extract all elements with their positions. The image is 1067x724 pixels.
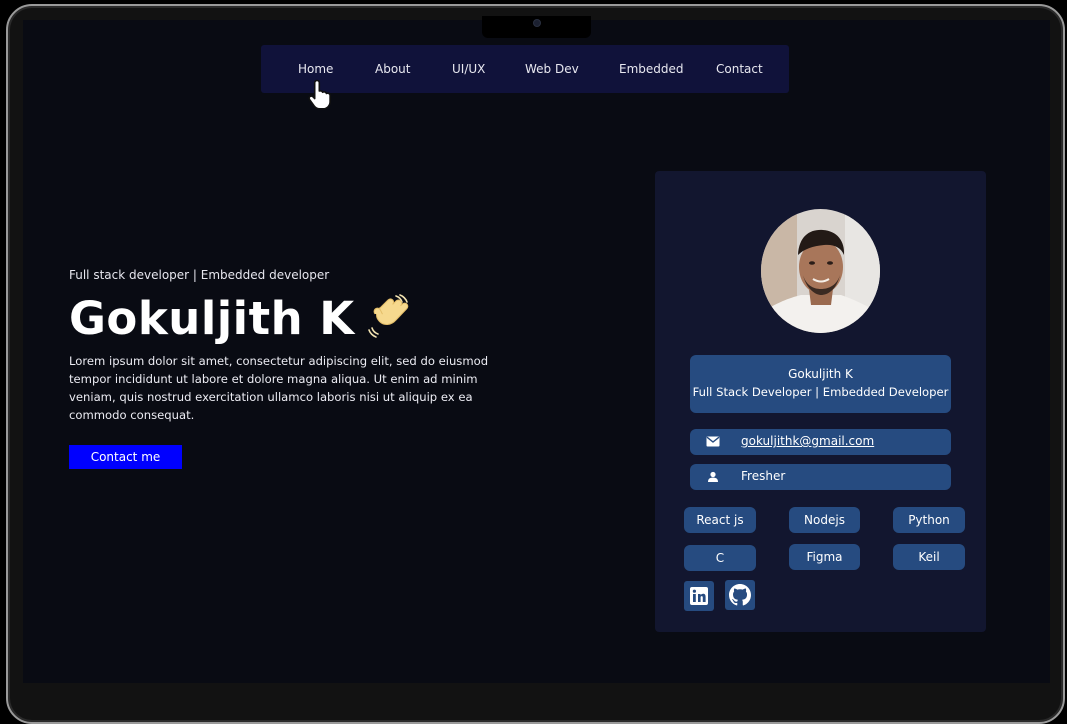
skill-keil[interactable]: Keil — [893, 544, 965, 570]
email-row: gokuljithk@gmail.com — [690, 429, 951, 455]
nav-home[interactable]: Home — [298, 62, 333, 76]
profile-name: Gokuljith K — [788, 367, 853, 381]
skill-nodejs[interactable]: Nodejs — [789, 507, 860, 533]
linkedin-button[interactable] — [684, 581, 714, 611]
profile-photo — [761, 209, 880, 333]
linkedin-icon — [690, 587, 708, 605]
nav-about[interactable]: About — [375, 62, 410, 76]
nav-uiux[interactable]: UI/UX — [452, 62, 485, 76]
status-row: Fresher — [690, 464, 951, 490]
skill-react[interactable]: React js — [684, 507, 756, 533]
hero-subtitle: Full stack developer | Embedded develope… — [69, 268, 330, 282]
hand-pointer-cursor-icon — [308, 79, 331, 110]
profile-info-box: Gokuljith K Full Stack Developer | Embed… — [690, 355, 951, 413]
mail-icon — [706, 436, 720, 447]
email-link[interactable]: gokuljithk@gmail.com — [741, 434, 874, 448]
skill-figma[interactable]: Figma — [789, 544, 860, 570]
top-navbar: Home About UI/UX Web Dev Embedded Contac… — [261, 45, 789, 93]
profile-role: Full Stack Developer | Embedded Develope… — [692, 385, 949, 399]
skill-python[interactable]: Python — [893, 507, 965, 533]
camera-icon — [533, 19, 541, 27]
nav-contact[interactable]: Contact — [716, 62, 763, 76]
hero-description: Lorem ipsum dolor sit amet, consectetur … — [69, 354, 489, 422]
hero-name: Gokuljith K — [69, 292, 355, 345]
github-icon — [729, 584, 751, 606]
nav-web-dev[interactable]: Web Dev — [525, 62, 579, 76]
nav-embedded[interactable]: Embedded — [619, 62, 684, 76]
waving-hand-icon — [368, 294, 409, 338]
user-icon — [708, 471, 718, 482]
contact-me-button[interactable]: Contact me — [69, 445, 182, 469]
skill-c[interactable]: C — [684, 545, 756, 571]
status-text: Fresher — [741, 469, 786, 483]
profile-avatar — [761, 209, 880, 333]
github-button[interactable] — [725, 580, 755, 610]
